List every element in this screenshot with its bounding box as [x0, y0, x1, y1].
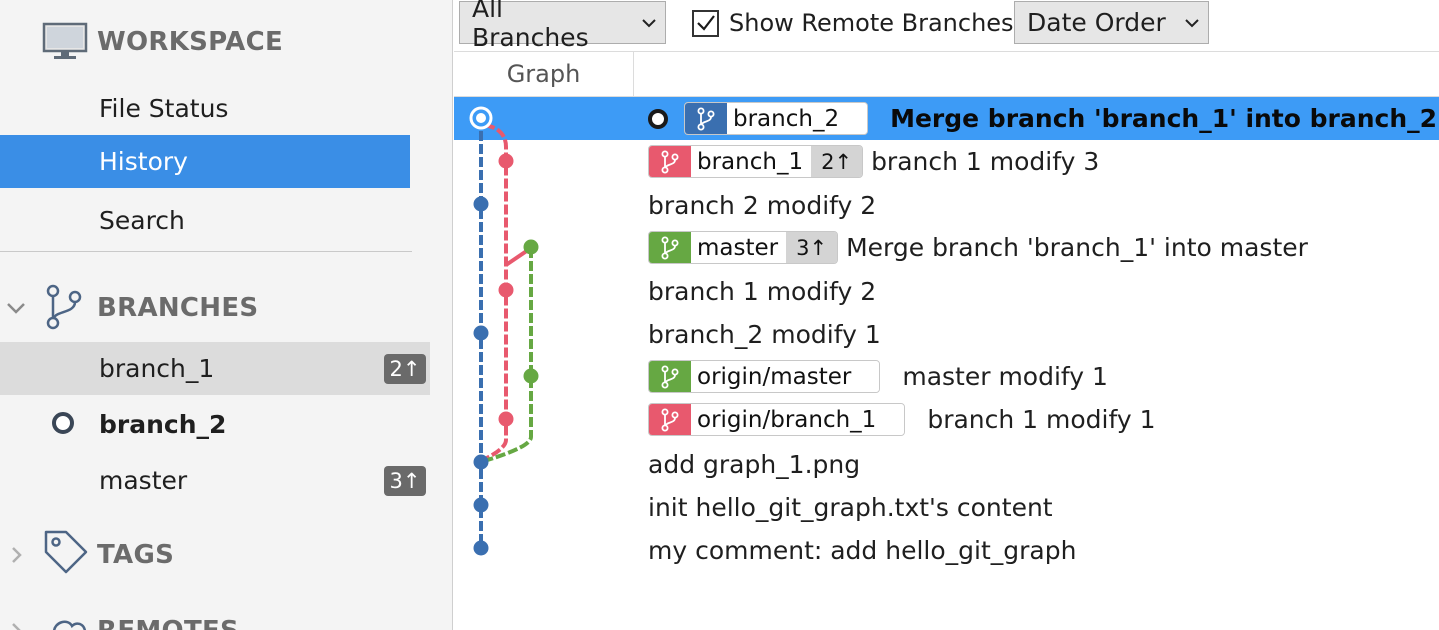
branch-filter-value: All Branches [472, 0, 589, 52]
commit-message: branch 1 modify 2 [648, 277, 877, 306]
nav-file-status[interactable]: File Status [0, 82, 410, 135]
sidebar: WORKSPACE File Status History Search BRA… [0, 0, 453, 630]
ahead-badge: 2↑ [384, 354, 426, 384]
commit-node [523, 368, 539, 384]
sidebar-branch-branch_2[interactable]: branch_2 [0, 398, 430, 451]
branches-section-header[interactable]: BRANCHES [0, 284, 440, 331]
chevron-down-icon [641, 18, 657, 28]
ahead-count: 2↑ [811, 146, 863, 177]
branch-icon [44, 283, 84, 335]
commit-message: init hello_git_graph.txt's content [648, 493, 1053, 522]
commit-message: branch 1 modify 3 [871, 147, 1100, 176]
commit-message: branch 2 modify 2 [648, 191, 877, 220]
commit-node [498, 411, 514, 427]
branch-icon [649, 146, 691, 177]
ref-name: branch_1 [691, 146, 812, 177]
column-graph[interactable]: Graph [454, 52, 634, 96]
remotes-title: REMOTES [97, 616, 239, 630]
sidebar-branch-branch_1[interactable]: branch_1 2↑ [0, 342, 430, 395]
commit-message: branch_2 modify 1 [648, 320, 881, 349]
chevron-right-icon[interactable] [4, 619, 28, 630]
branch-icon [649, 404, 691, 435]
cloud-icon [44, 610, 92, 630]
ref-name: master [691, 232, 787, 263]
branch-icon [685, 103, 727, 134]
ref-tag[interactable]: branch_2 [684, 102, 869, 135]
commit-node [476, 113, 486, 123]
tag-icon [42, 528, 90, 580]
ref-tag[interactable]: master 3↑ [648, 231, 839, 264]
commit-node [473, 497, 489, 513]
commit-message: add graph_1.png [648, 450, 861, 479]
chevron-right-icon[interactable] [4, 543, 28, 567]
commit-node [473, 325, 489, 341]
ref-name: branch_2 [727, 103, 868, 134]
commit-graph [469, 106, 539, 556]
workspace-section-header[interactable]: WORKSPACE [0, 19, 440, 65]
show-remote-branches-toggle[interactable]: Show Remote Branches [692, 6, 1014, 40]
ref-name: origin/master [691, 361, 880, 392]
commit-node [498, 153, 514, 169]
ahead-badge: 3↑ [384, 466, 426, 496]
order-value: Date Order [1027, 8, 1166, 37]
commit-list: branch_2 Merge branch 'branch_1' into br… [454, 97, 1439, 630]
monitor-icon [42, 21, 88, 67]
chevron-down-icon[interactable] [4, 296, 28, 320]
nav-history[interactable]: History [0, 135, 410, 188]
branch-label: branch_2 [99, 410, 227, 439]
commit-node [473, 454, 489, 470]
current-branch-icon [52, 412, 74, 434]
workspace-title: WORKSPACE [97, 27, 284, 57]
commit-message: master modify 1 [902, 362, 1108, 391]
chevron-down-icon [1184, 18, 1200, 28]
branch-icon [649, 361, 691, 392]
sidebar-divider [0, 251, 412, 252]
show-remote-label: Show Remote Branches [729, 9, 1014, 37]
column-header: Graph [454, 51, 1439, 97]
branch-icon [649, 232, 691, 263]
branch-label: branch_1 [99, 354, 215, 383]
checkbox[interactable] [692, 9, 719, 37]
ref-tag[interactable]: origin/branch_1 [648, 403, 906, 436]
branch-label: master [99, 466, 188, 495]
ref-tag[interactable]: branch_1 2↑ [648, 145, 864, 178]
commit-node [523, 239, 539, 255]
head-indicator-icon [648, 108, 668, 129]
commit-node [473, 540, 489, 556]
order-dropdown[interactable]: Date Order [1014, 1, 1209, 44]
ref-name: origin/branch_1 [691, 404, 905, 435]
sidebar-branch-master[interactable]: master 3↑ [0, 454, 430, 507]
branches-title: BRANCHES [97, 293, 259, 323]
branch-filter-dropdown[interactable]: All Branches [459, 0, 666, 52]
ahead-count: 3↑ [786, 232, 838, 263]
commit-node [473, 196, 489, 212]
tags-section-header[interactable]: TAGS [0, 530, 440, 578]
commit-message: Merge branch 'branch_1' into branch_2 [890, 104, 1438, 133]
tags-title: TAGS [97, 540, 175, 570]
remotes-section-header[interactable]: REMOTES [0, 608, 440, 630]
commit-message: my comment: add hello_git_graph [648, 536, 1077, 565]
commit-node [498, 282, 514, 298]
ref-tag[interactable]: origin/master [648, 360, 881, 393]
commit-message: branch 1 modify 1 [927, 405, 1156, 434]
commit-message: Merge branch 'branch_1' into master [846, 233, 1308, 262]
nav-search[interactable]: Search [0, 194, 410, 247]
toolbar: All Branches Show Remote Branches Date O… [454, 0, 1439, 52]
